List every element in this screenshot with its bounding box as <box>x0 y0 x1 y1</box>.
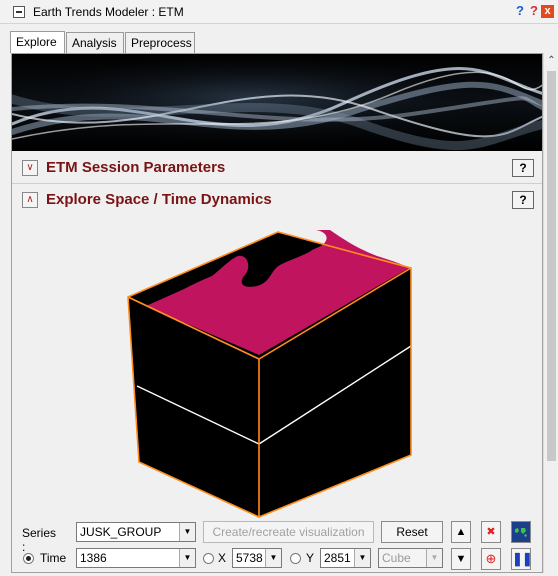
target-icon: ⊕ <box>485 551 497 566</box>
down-button[interactable]: ▼ <box>451 548 471 570</box>
tab-analysis[interactable]: Analysis <box>66 32 124 53</box>
chevron-down-icon[interactable]: ▼ <box>179 549 195 567</box>
minimize-icon[interactable] <box>13 6 25 18</box>
create-visualization-button[interactable]: Create/recreate visualization <box>203 521 374 543</box>
explore-panel: ∨ ETM Session Parameters ? ∧ Explore Spa… <box>11 53 543 573</box>
close-icon[interactable]: x <box>541 5 554 18</box>
time-label: Time <box>40 551 67 565</box>
y-radio[interactable] <box>290 553 301 564</box>
x-select[interactable]: 5738 ▼ <box>232 548 282 568</box>
stop-button[interactable]: ✖ <box>481 521 501 543</box>
x-label: X <box>218 551 227 565</box>
time-radio[interactable] <box>23 553 34 564</box>
scroll-up-icon[interactable]: ⌃ <box>546 55 557 66</box>
tab-preprocess[interactable]: Preprocess <box>125 32 195 53</box>
window-title: Earth Trends Modeler : ETM <box>33 5 184 19</box>
space-time-cube-view[interactable] <box>12 54 543 573</box>
tab-explore[interactable]: Explore <box>10 31 65 53</box>
series-label: Series : <box>22 526 57 554</box>
title-bar: Earth Trends Modeler : ETM ? ? x <box>0 0 558 24</box>
scroll-thumb[interactable] <box>547 71 556 461</box>
time-select[interactable]: 1386 ▼ <box>76 548 196 568</box>
locate-button[interactable]: ⊕ <box>481 548 501 570</box>
triangle-down-icon: ▼ <box>455 553 467 565</box>
reset-button[interactable]: Reset <box>381 521 443 543</box>
up-button[interactable]: ▲ <box>451 521 471 543</box>
y-select[interactable]: 2851 ▼ <box>320 548 371 568</box>
world-map-icon <box>513 526 529 538</box>
stop-x-icon: ✖ <box>486 526 496 538</box>
y-label: Y <box>306 551 315 565</box>
x-radio[interactable] <box>203 553 214 564</box>
view-mode-value: Cube <box>382 551 411 565</box>
y-value: 2851 <box>324 551 351 565</box>
chevron-down-icon[interactable]: ▼ <box>179 523 195 541</box>
map-button[interactable] <box>511 521 531 543</box>
time-value: 1386 <box>80 551 107 565</box>
vertical-scrollbar[interactable]: ⌃ <box>543 53 558 573</box>
view-mode-select[interactable]: Cube ▼ <box>378 548 443 568</box>
x-value: 5738 <box>236 551 263 565</box>
chevron-down-icon[interactable]: ▼ <box>265 549 281 567</box>
series-value: JUSK_GROUP <box>80 525 162 539</box>
triangle-up-icon: ▲ <box>455 526 467 538</box>
help-icon[interactable]: ? <box>513 3 527 19</box>
chevron-down-icon[interactable]: ▼ <box>354 549 370 567</box>
pause-button[interactable]: ❚❚ <box>511 548 533 570</box>
context-help-icon[interactable]: ? <box>527 3 541 19</box>
pause-icon: ❚❚ <box>512 551 533 566</box>
series-select[interactable]: JUSK_GROUP ▼ <box>76 522 196 542</box>
chevron-down-icon[interactable]: ▼ <box>426 549 442 567</box>
